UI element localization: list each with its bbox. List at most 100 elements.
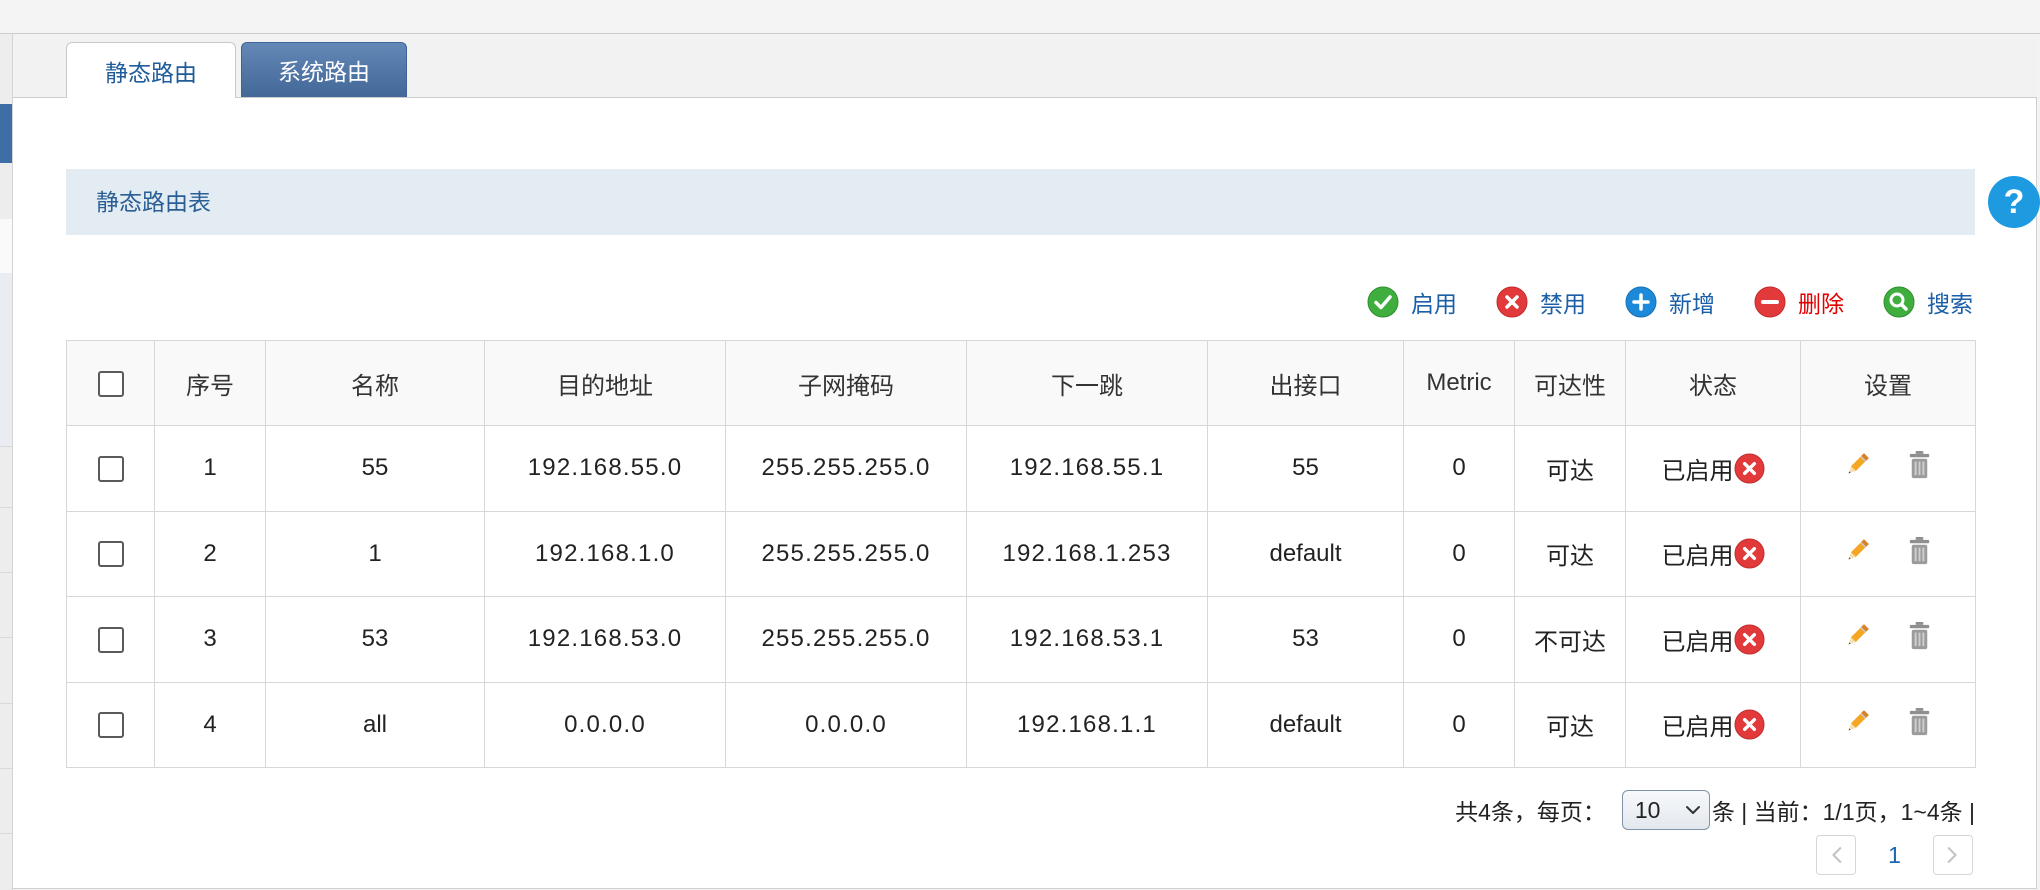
current-page-link[interactable]: 1: [1856, 842, 1933, 869]
add-button[interactable]: 新增: [1625, 285, 1715, 319]
status-text: 已启用: [1661, 457, 1734, 485]
settings-cell: [1800, 596, 1976, 683]
column-header-index[interactable]: 序号: [154, 340, 266, 426]
row-select-cell: [66, 425, 155, 512]
edit-icon[interactable]: [1842, 535, 1873, 566]
search-label: 搜索: [1927, 291, 1973, 317]
next-page-button[interactable]: [1933, 835, 1973, 875]
next-hop-cell: 192.168.1.253: [966, 510, 1208, 597]
toolbar: 启用 禁用 新增 删除 搜索: [1367, 285, 1973, 319]
table-header-row: 序号 名称 目的地址 子网掩码 下一跳 出接口 Metric 可达性 状态 设置: [66, 340, 1976, 426]
delete-button[interactable]: 删除: [1754, 285, 1844, 319]
chevron-down-icon: [1685, 806, 1700, 814]
status-cell: 已启用: [1625, 510, 1801, 597]
metric-cell: 0: [1403, 596, 1515, 683]
trash-icon[interactable]: [1904, 535, 1935, 566]
index-cell: 2: [154, 510, 266, 597]
metric-cell: 0: [1403, 681, 1515, 768]
table-row: 2 1 192.168.1.0 255.255.255.0 192.168.1.…: [66, 510, 1976, 597]
netmask-cell: 255.255.255.0: [725, 596, 967, 683]
column-header-metric[interactable]: Metric: [1403, 340, 1515, 426]
trash-icon[interactable]: [1904, 620, 1935, 651]
sidebar-active-item[interactable]: [0, 104, 12, 163]
trash-icon[interactable]: [1904, 706, 1935, 737]
row-checkbox[interactable]: [97, 626, 124, 653]
disable-status-icon[interactable]: [1733, 452, 1765, 484]
disable-icon[interactable]: [1496, 286, 1528, 318]
next-hop-cell: 192.168.1.1: [966, 681, 1208, 768]
main-panel: 静态路由表 启用 禁用 新增 删除 搜索 序号 名称 目的地址 子网掩码 下一跳…: [13, 98, 2037, 889]
search-icon[interactable]: [1883, 286, 1915, 318]
disable-status-icon[interactable]: [1733, 538, 1765, 570]
destination-cell: 192.168.55.0: [484, 425, 726, 512]
status-cell: 已启用: [1625, 596, 1801, 683]
page-size-value: 10: [1634, 796, 1661, 823]
name-cell: 53: [265, 596, 485, 683]
reachability-cell: 可达: [1514, 681, 1626, 768]
settings-cell: [1800, 681, 1976, 768]
chevron-right-icon: [1947, 847, 1957, 863]
help-icon[interactable]: ?: [1988, 176, 2040, 228]
edit-icon[interactable]: [1842, 449, 1873, 480]
sidebar-item[interactable]: [0, 273, 12, 446]
interface-cell: 55: [1207, 425, 1404, 512]
destination-cell: 0.0.0.0: [484, 681, 726, 768]
enable-button[interactable]: 启用: [1367, 285, 1457, 319]
row-checkbox[interactable]: [97, 712, 124, 739]
tab-static-route[interactable]: 静态路由: [66, 42, 236, 98]
table-row: 4 all 0.0.0.0 0.0.0.0 192.168.1.1 defaul…: [66, 681, 1976, 768]
sidebar-edge: [0, 34, 13, 890]
disable-button[interactable]: 禁用: [1496, 285, 1586, 319]
enable-label: 启用: [1411, 291, 1457, 317]
sidebar-divider: [0, 768, 12, 769]
top-bar: [0, 0, 2040, 34]
row-select-cell: [66, 681, 155, 768]
delete-label: 删除: [1798, 291, 1844, 317]
disable-status-icon[interactable]: [1733, 623, 1765, 655]
column-header-reachability[interactable]: 可达性: [1514, 340, 1626, 426]
prev-page-button[interactable]: [1816, 835, 1856, 875]
chevron-left-icon: [1832, 847, 1842, 863]
tab-system-route[interactable]: 系统路由: [241, 42, 407, 97]
row-select-cell: [66, 510, 155, 597]
status-text: 已启用: [1661, 628, 1734, 656]
next-hop-cell: 192.168.55.1: [966, 425, 1208, 512]
column-header-name[interactable]: 名称: [265, 340, 485, 426]
column-header-destination[interactable]: 目的地址: [484, 340, 726, 426]
column-header-settings: 设置: [1800, 340, 1976, 426]
add-icon[interactable]: [1625, 286, 1657, 318]
interface-cell: default: [1207, 681, 1404, 768]
sidebar-divider: [0, 507, 12, 508]
select-all-checkbox[interactable]: [97, 370, 124, 397]
column-header-next-hop[interactable]: 下一跳: [966, 340, 1208, 426]
edit-icon[interactable]: [1842, 706, 1873, 737]
reachability-cell: 可达: [1514, 510, 1626, 597]
sidebar-item[interactable]: [0, 219, 12, 273]
disable-status-icon[interactable]: [1733, 709, 1765, 741]
pagination-info: 共4条，每页： 10 条 | 当前：1/1页，1~4条 |: [1455, 790, 1975, 830]
column-header-status[interactable]: 状态: [1625, 340, 1801, 426]
total-label: 共4条，每页：: [1455, 799, 1606, 825]
settings-cell: [1800, 510, 1976, 597]
sidebar-divider: [0, 572, 12, 573]
row-checkbox[interactable]: [97, 455, 124, 482]
row-checkbox[interactable]: [97, 541, 124, 568]
edit-icon[interactable]: [1842, 620, 1873, 651]
column-header-interface[interactable]: 出接口: [1207, 340, 1404, 426]
page-size-select[interactable]: 10: [1621, 790, 1710, 830]
next-hop-cell: 192.168.53.1: [966, 596, 1208, 683]
add-label: 新增: [1669, 291, 1715, 317]
reachability-cell: 不可达: [1514, 596, 1626, 683]
column-header-netmask[interactable]: 子网掩码: [725, 340, 967, 426]
pagination-nav: 1: [1816, 835, 1973, 875]
status-text: 已启用: [1661, 543, 1734, 571]
enable-icon[interactable]: [1367, 286, 1399, 318]
name-cell: all: [265, 681, 485, 768]
delete-icon[interactable]: [1754, 286, 1786, 318]
trash-icon[interactable]: [1904, 449, 1935, 480]
search-button[interactable]: 搜索: [1883, 285, 1973, 319]
pagination-summary: 条 | 当前：1/1页，1~4条 |: [1711, 799, 1975, 825]
name-cell: 1: [265, 510, 485, 597]
metric-cell: 0: [1403, 425, 1515, 512]
interface-cell: default: [1207, 510, 1404, 597]
